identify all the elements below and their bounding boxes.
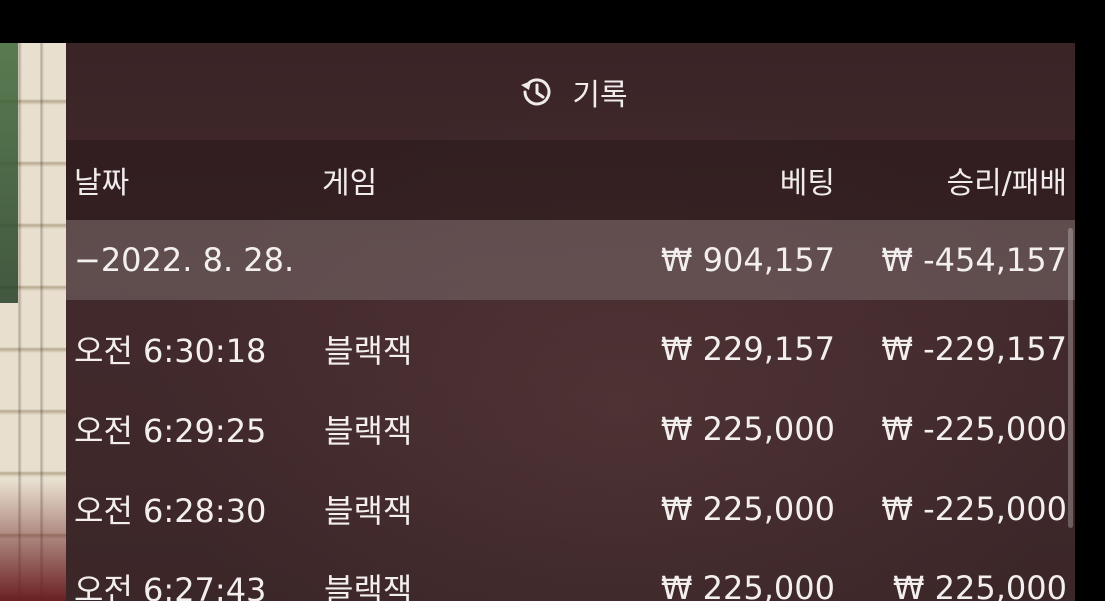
table-row[interactable]: 오전 6:28:30 블랙잭 ₩ 225,000 ₩ -225,000 <box>66 469 1075 549</box>
scrollbar[interactable] <box>1068 228 1073 528</box>
row-bet: ₩ 225,000 <box>660 569 835 601</box>
row-game: 블랙잭 <box>324 571 413 601</box>
column-bet: 베팅 <box>779 166 835 201</box>
table-row[interactable]: 오전 6:30:18 블랙잭 ₩ 229,157 ₩ -229,157 <box>66 309 1075 389</box>
row-result: ₩ -225,000 <box>881 490 1067 528</box>
row-game: 블랙잭 <box>324 332 413 370</box>
row-time: 오전 6:29:25 <box>74 412 267 450</box>
history-panel: 기록 날짜 게임 베팅 승리/패배 −2022. 8. 28. ₩ 904,15… <box>66 43 1075 601</box>
title-text: 기록 <box>572 77 628 113</box>
row-time: 오전 6:30:18 <box>74 332 267 370</box>
table-row[interactable]: 오전 6:29:25 블랙잭 ₩ 225,000 ₩ -225,000 <box>66 389 1075 469</box>
row-game: 블랙잭 <box>324 412 413 450</box>
right-edge <box>1075 43 1105 601</box>
column-date: 날짜 <box>74 166 130 201</box>
panel-title: 기록 <box>516 70 628 114</box>
table-row[interactable]: 오전 6:27:43 블랙잭 ₩ 225,000 ₩ 225,000 <box>66 548 1075 601</box>
history-icon <box>516 71 558 113</box>
row-game: 블랙잭 <box>324 492 413 530</box>
group-result-total: ₩ -454,157 <box>881 241 1067 279</box>
row-result: ₩ 225,000 <box>892 569 1067 601</box>
row-bet: ₩ 225,000 <box>660 410 835 448</box>
screen: 기록 날짜 게임 베팅 승리/패배 −2022. 8. 28. ₩ 904,15… <box>0 0 1105 601</box>
row-time: 오전 6:28:30 <box>74 492 267 530</box>
group-date: −2022. 8. 28. <box>74 241 295 279</box>
panel-header: 기록 <box>66 43 1075 140</box>
row-time: 오전 6:27:43 <box>74 571 267 601</box>
top-bar <box>0 0 1105 43</box>
row-result: ₩ -229,157 <box>881 330 1067 368</box>
group-bet-total: ₩ 904,157 <box>660 241 835 279</box>
column-game: 게임 <box>322 166 378 201</box>
background-scene <box>0 43 66 601</box>
row-result: ₩ -225,000 <box>881 410 1067 448</box>
column-header-row: 날짜 게임 베팅 승리/패배 <box>66 140 1075 220</box>
column-result: 승리/패배 <box>946 166 1067 201</box>
row-bet: ₩ 229,157 <box>660 330 835 368</box>
date-group-row[interactable]: −2022. 8. 28. ₩ 904,157 ₩ -454,157 <box>66 220 1075 300</box>
row-bet: ₩ 225,000 <box>660 490 835 528</box>
